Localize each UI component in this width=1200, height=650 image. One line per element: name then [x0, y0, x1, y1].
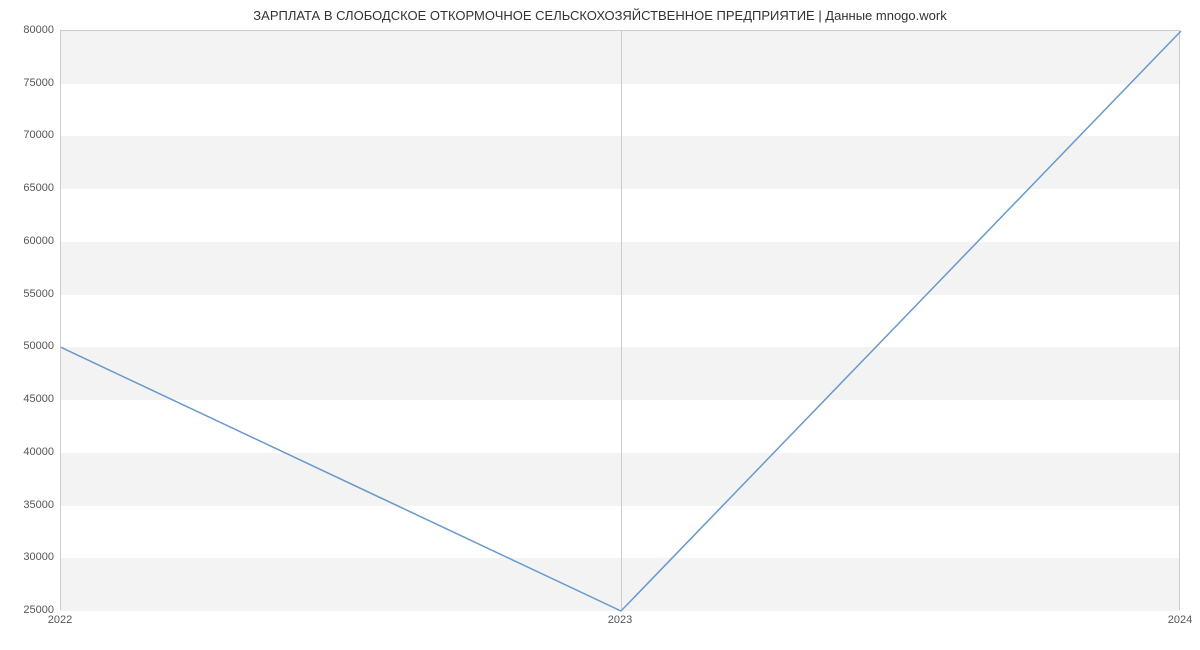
y-tick-label: 40000	[4, 446, 54, 458]
chart-container: ЗАРПЛАТА В СЛОБОДСКОЕ ОТКОРМОЧНОЕ СЕЛЬСК…	[0, 0, 1200, 650]
line-series	[61, 31, 1181, 611]
y-tick-label: 50000	[4, 340, 54, 352]
plot-area	[60, 30, 1180, 610]
x-tick-label: 2022	[48, 614, 72, 626]
chart-title: ЗАРПЛАТА В СЛОБОДСКОЕ ОТКОРМОЧНОЕ СЕЛЬСК…	[0, 8, 1200, 23]
y-tick-label: 65000	[4, 182, 54, 194]
y-tick-label: 30000	[4, 551, 54, 563]
y-tick-label: 80000	[4, 24, 54, 36]
x-tick-label: 2024	[1168, 614, 1192, 626]
y-tick-label: 45000	[4, 393, 54, 405]
y-tick-label: 75000	[4, 77, 54, 89]
y-tick-label: 35000	[4, 499, 54, 511]
y-tick-label: 25000	[4, 604, 54, 616]
y-tick-label: 55000	[4, 288, 54, 300]
x-tick-label: 2023	[608, 614, 632, 626]
y-tick-label: 70000	[4, 129, 54, 141]
y-tick-label: 60000	[4, 235, 54, 247]
